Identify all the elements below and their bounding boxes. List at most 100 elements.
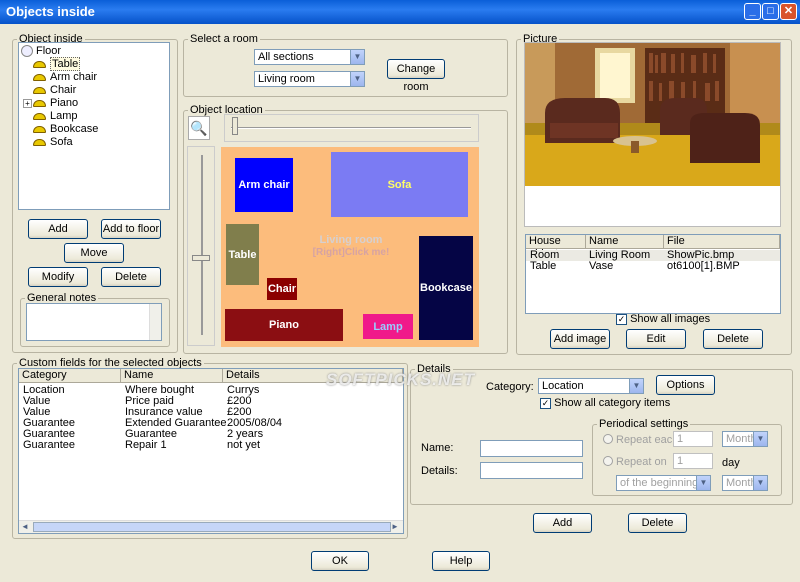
chevron-down-icon: ▼ — [753, 476, 767, 490]
col-name[interactable]: Name — [586, 235, 664, 249]
col-house-object[interactable]: House object — [526, 235, 586, 260]
slider-thumb[interactable] — [232, 117, 238, 135]
options-button[interactable]: Options — [656, 375, 715, 395]
cell: Vase — [589, 260, 614, 272]
room-object-sofa[interactable]: Sofa — [331, 152, 468, 217]
object-icon — [33, 86, 46, 94]
window-title: Objects inside — [6, 4, 95, 19]
tree-item-sofa[interactable]: Sofa — [33, 136, 73, 149]
magnifier-icon[interactable]: 🔍 — [188, 116, 210, 140]
move-button[interactable]: Move — [64, 243, 124, 263]
tree-item-chair[interactable]: Chair — [33, 84, 76, 97]
details-input[interactable] — [480, 462, 583, 479]
general-notes-textarea[interactable] — [26, 303, 162, 341]
repeat-on-label: Repeat on — [616, 456, 667, 468]
repeat-on-unit-select[interactable]: Month ▼ — [722, 475, 768, 491]
room-object-piano[interactable]: Piano — [225, 309, 343, 341]
modify-button[interactable]: Modify — [28, 267, 88, 287]
repeat-each-label: Repeat each — [616, 434, 679, 446]
object-icon — [33, 138, 46, 146]
watermark-text: SOFTPICKS.NET — [326, 370, 476, 389]
room-label: Living room — [319, 234, 383, 246]
tree-item-lamp[interactable]: Lamp — [33, 110, 78, 123]
cell: Repair 1 — [125, 439, 167, 451]
table-row[interactable] — [526, 250, 780, 261]
maximize-icon[interactable]: □ — [762, 3, 779, 20]
room-photo — [524, 42, 781, 227]
tree-item-bookcase[interactable]: Bookcase — [33, 123, 98, 136]
show-all-images-checkbox[interactable]: ✓ Show all images — [616, 313, 710, 325]
room-hint: [Right]Click me! — [312, 247, 390, 258]
delete-button[interactable]: Delete — [101, 267, 161, 287]
add-button[interactable]: Add — [28, 219, 88, 239]
scroll-right-icon[interactable]: ► — [391, 522, 401, 532]
repeat-on-radio[interactable] — [603, 456, 613, 466]
repeat-each-unit-select[interactable]: Month ▼ — [722, 431, 768, 447]
custom-fields-list[interactable]: Category Name Details Location Where boug… — [18, 368, 404, 534]
vertical-slider[interactable] — [187, 146, 215, 346]
ok-button[interactable]: OK — [311, 551, 369, 571]
room-object-chair[interactable]: Chair — [267, 278, 297, 300]
edit-image-button[interactable]: Edit — [626, 329, 686, 349]
show-all-category-checkbox[interactable]: ✓ Show all category items — [540, 397, 670, 409]
delete-image-button[interactable]: Delete — [703, 329, 763, 349]
add-image-button[interactable]: Add image — [550, 329, 610, 349]
object-tree[interactable]: Floor Table Arm chair Chair + Piano Lamp … — [18, 42, 170, 210]
chevron-down-icon: ▼ — [350, 50, 364, 64]
cell: Table — [530, 260, 557, 272]
room-object-table[interactable]: Table — [226, 224, 259, 285]
picture-list[interactable]: House object Name File Room Living Room … — [525, 234, 781, 314]
tree-item-piano[interactable]: + Piano — [23, 97, 78, 110]
details-add-button[interactable]: Add — [533, 513, 592, 533]
category-label: Category: — [486, 381, 534, 393]
object-icon — [33, 73, 46, 81]
scroll-thumb[interactable] — [33, 522, 391, 532]
slider-thumb[interactable] — [192, 255, 210, 261]
object-icon — [33, 125, 46, 133]
room-object-lamp[interactable]: Lamp — [363, 314, 413, 339]
close-icon[interactable]: ✕ — [780, 3, 797, 20]
chevron-down-icon: ▼ — [753, 432, 767, 446]
col-name[interactable]: Name — [121, 369, 223, 383]
minimize-icon[interactable]: _ — [744, 3, 761, 20]
chevron-down-icon: ▼ — [350, 72, 364, 86]
repeat-each-spinner[interactable]: 1 — [673, 431, 713, 447]
select-room-group: Select a room — [183, 33, 508, 97]
window-title-bar: Objects inside — [0, 0, 800, 24]
beginning-select[interactable]: of the beginning of▼ — [616, 475, 711, 491]
category-select[interactable]: Location ▼ — [538, 378, 644, 394]
add-to-floor-button[interactable]: Add to floor — [101, 219, 161, 239]
col-category[interactable]: Category — [19, 369, 121, 383]
change-room-button[interactable]: Change room — [387, 59, 445, 93]
col-file[interactable]: File — [664, 235, 780, 249]
details-label: Details: — [421, 465, 458, 477]
floor-icon — [21, 45, 33, 58]
tree-item-arm-chair[interactable]: Arm chair — [33, 71, 97, 84]
room-select[interactable]: Living room ▼ — [254, 71, 365, 87]
object-icon — [33, 60, 46, 68]
object-icon — [33, 112, 46, 120]
horizontal-scrollbar[interactable]: ◄ ► — [19, 520, 403, 533]
section-select[interactable]: All sections ▼ — [254, 49, 365, 65]
scroll-left-icon[interactable]: ◄ — [21, 522, 31, 532]
repeat-on-spinner[interactable]: 1 — [673, 453, 713, 469]
name-label: Name: — [421, 442, 454, 454]
room-object-bookcase[interactable]: Bookcase — [419, 236, 473, 340]
checkbox-checked-icon: ✓ — [616, 313, 627, 325]
horizontal-slider[interactable] — [224, 114, 479, 142]
tree-item-table[interactable]: Table — [33, 57, 81, 71]
room-floor-plan[interactable]: Living room [Right]Click me! Arm chair S… — [221, 147, 479, 347]
cell: ot6100[1].BMP — [667, 260, 740, 272]
cell: Guarantee — [23, 439, 75, 451]
notes-scrollbar[interactable] — [149, 304, 161, 340]
help-button[interactable]: Help — [432, 551, 490, 571]
details-delete-button[interactable]: Delete — [628, 513, 687, 533]
expand-plus-icon[interactable]: + — [23, 98, 32, 108]
room-photo-image — [525, 43, 780, 186]
cell: not yet — [227, 439, 261, 451]
room-object-arm-chair[interactable]: Arm chair — [235, 158, 293, 212]
chevron-down-icon: ▼ — [696, 476, 710, 490]
name-input[interactable] — [480, 440, 583, 457]
repeat-each-radio[interactable] — [603, 434, 613, 444]
checkbox-checked-icon: ✓ — [540, 397, 551, 409]
